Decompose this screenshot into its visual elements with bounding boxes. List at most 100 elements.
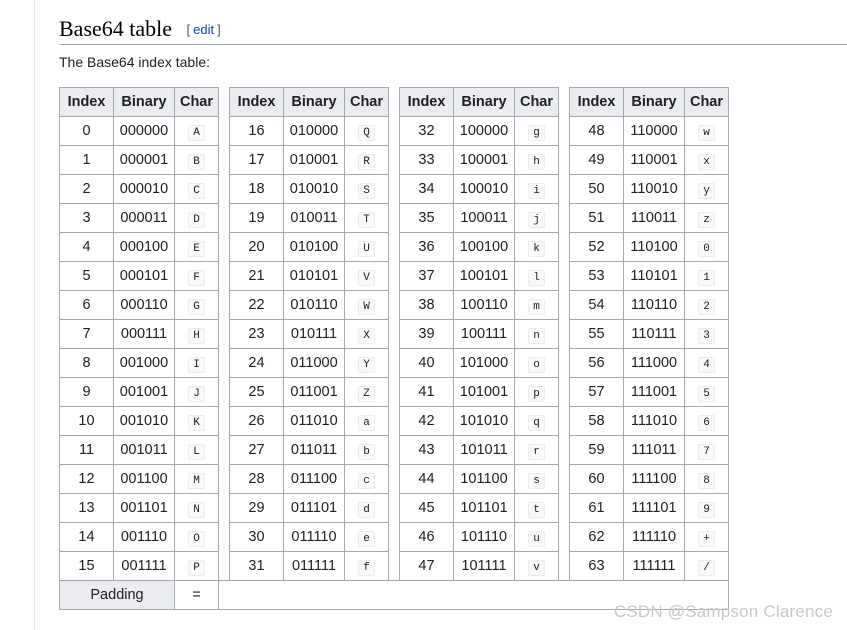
index-cell: 43 xyxy=(399,435,454,465)
binary-cell: 001110 xyxy=(113,522,175,552)
index-cell: 28 xyxy=(229,464,284,494)
table-row: 6 000110 G 22 010110 W 38 100110 m 54 110110 2 xyxy=(59,290,729,320)
table-row: 1 000001 B 17 010001 R 33 100001 h 49 110001 x xyxy=(59,145,729,175)
char-code: t xyxy=(528,502,545,518)
char-code: p xyxy=(528,386,545,402)
binary-cell: 111101 xyxy=(623,493,685,523)
binary-cell: 011111 xyxy=(283,551,345,581)
char-code: H xyxy=(188,328,205,344)
column-spacer xyxy=(388,464,400,494)
column-spacer xyxy=(388,261,400,291)
char-cell: x xyxy=(684,145,729,175)
char-code: 8 xyxy=(698,473,715,489)
index-cell: 8 xyxy=(59,348,114,378)
char-cell: r xyxy=(514,435,559,465)
index-cell: 61 xyxy=(569,493,624,523)
char-code: F xyxy=(188,270,205,286)
char-cell: T xyxy=(344,203,389,233)
column-spacer xyxy=(558,348,570,378)
index-cell: 10 xyxy=(59,406,114,436)
binary-cell: 000011 xyxy=(113,203,175,233)
table-row: 12 001100 M 28 011100 c 44 101100 s 60 111100 8 xyxy=(59,464,729,494)
char-cell: M xyxy=(174,464,219,494)
column-spacer xyxy=(218,319,230,349)
column-spacer xyxy=(218,348,230,378)
char-cell: W xyxy=(344,290,389,320)
char-code: A xyxy=(188,125,205,141)
index-cell: 12 xyxy=(59,464,114,494)
char-code: l xyxy=(528,270,545,286)
binary-cell: 001001 xyxy=(113,377,175,407)
char-code: C xyxy=(188,183,205,199)
index-cell: 34 xyxy=(399,174,454,204)
char-code: G xyxy=(188,299,205,315)
char-cell: d xyxy=(344,493,389,523)
binary-cell: 010100 xyxy=(283,232,345,262)
column-header-char: Char xyxy=(344,87,389,117)
column-spacer xyxy=(218,261,230,291)
binary-cell: 100110 xyxy=(453,290,515,320)
column-spacer xyxy=(218,232,230,262)
column-spacer xyxy=(558,522,570,552)
char-code: m xyxy=(528,299,545,315)
table-row: 8 001000 I 24 011000 Y 40 101000 o 56 111000 4 xyxy=(59,348,729,378)
column-spacer xyxy=(558,290,570,320)
column-spacer xyxy=(558,87,570,117)
char-code: P xyxy=(188,560,205,576)
char-cell: q xyxy=(514,406,559,436)
edit-link[interactable]: edit xyxy=(193,22,214,37)
index-cell: 0 xyxy=(59,116,114,146)
char-code: d xyxy=(358,502,375,518)
column-spacer xyxy=(218,522,230,552)
index-cell: 57 xyxy=(569,377,624,407)
binary-cell: 000001 xyxy=(113,145,175,175)
binary-cell: 101101 xyxy=(453,493,515,523)
char-code: K xyxy=(188,415,205,431)
binary-cell: 111010 xyxy=(623,406,685,436)
index-cell: 33 xyxy=(399,145,454,175)
edit-section: [edit] xyxy=(186,22,220,37)
char-cell: D xyxy=(174,203,219,233)
char-code: / xyxy=(698,560,715,576)
column-spacer xyxy=(388,348,400,378)
index-cell: 59 xyxy=(569,435,624,465)
index-cell: 46 xyxy=(399,522,454,552)
index-cell: 21 xyxy=(229,261,284,291)
char-cell: s xyxy=(514,464,559,494)
index-cell: 4 xyxy=(59,232,114,262)
column-spacer xyxy=(558,319,570,349)
binary-cell: 100100 xyxy=(453,232,515,262)
char-cell: m xyxy=(514,290,559,320)
binary-cell: 010001 xyxy=(283,145,345,175)
index-cell: 53 xyxy=(569,261,624,291)
edit-bracket-close: ] xyxy=(217,22,221,37)
char-cell: 6 xyxy=(684,406,729,436)
char-code: J xyxy=(188,386,205,402)
binary-cell: 000101 xyxy=(113,261,175,291)
binary-cell: 101010 xyxy=(453,406,515,436)
index-cell: 2 xyxy=(59,174,114,204)
column-header-char: Char xyxy=(174,87,219,117)
index-cell: 52 xyxy=(569,232,624,262)
char-cell: F xyxy=(174,261,219,291)
char-cell: / xyxy=(684,551,729,581)
watermark: CSDN @Sampson Clarence xyxy=(613,602,833,621)
binary-cell: 110000 xyxy=(623,116,685,146)
index-cell: 51 xyxy=(569,203,624,233)
char-cell: H xyxy=(174,319,219,349)
binary-cell: 101001 xyxy=(453,377,515,407)
table-row: 4 000100 E 20 010100 U 36 100100 k 52 110100 0 xyxy=(59,232,729,262)
binary-cell: 110100 xyxy=(623,232,685,262)
index-cell: 38 xyxy=(399,290,454,320)
char-cell: 7 xyxy=(684,435,729,465)
column-header-index: Index xyxy=(59,87,114,117)
index-cell: 35 xyxy=(399,203,454,233)
index-cell: 18 xyxy=(229,174,284,204)
column-spacer xyxy=(558,493,570,523)
char-code: i xyxy=(528,183,545,199)
index-cell: 63 xyxy=(569,551,624,581)
binary-cell: 110111 xyxy=(623,319,685,349)
char-cell: 4 xyxy=(684,348,729,378)
binary-cell: 110101 xyxy=(623,261,685,291)
char-code: 9 xyxy=(698,502,715,518)
